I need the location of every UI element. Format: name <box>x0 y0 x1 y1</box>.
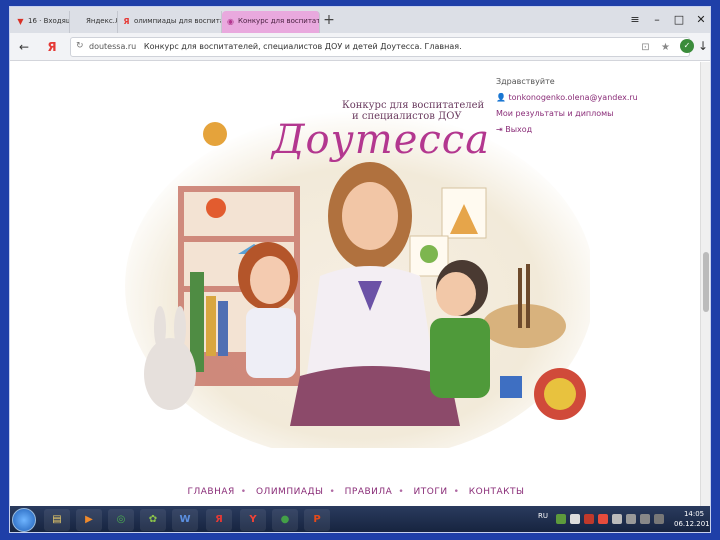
tray-icon[interactable] <box>598 514 608 524</box>
desktop-background: ▼ 16 · Входящие Яндекс.Л Я олимпиады для… <box>0 0 720 540</box>
explorer-icon[interactable]: ▤ <box>44 509 70 531</box>
tab-doutessa[interactable]: ◉ Конкурс для воспитател <box>222 11 320 33</box>
network-icon[interactable] <box>612 514 622 524</box>
chrome-icon[interactable]: ◎ <box>108 509 134 531</box>
logout-icon: ⇥ <box>496 125 503 134</box>
translate-icon[interactable]: ⊡ <box>639 41 652 54</box>
green-app-icon[interactable]: ● <box>272 509 298 531</box>
url-page-title: Конкурс для воспитателей, специалистов Д… <box>143 42 462 51</box>
greeting-text: Здравствуйте <box>496 77 555 86</box>
tray-icon[interactable] <box>570 514 580 524</box>
user-panel: Здравствуйте 👤 tonkonogenko.olena@yandex… <box>496 74 638 138</box>
flag-icon[interactable] <box>654 514 664 524</box>
minimize-icon[interactable]: – <box>648 12 666 28</box>
yandex-browser-icon[interactable]: Y <box>240 509 266 531</box>
user-icon: 👤 <box>496 93 506 102</box>
download-icon[interactable]: ↓ <box>698 39 708 53</box>
tab-label: 16 · Входящие <box>28 17 69 25</box>
word-icon[interactable]: W <box>172 509 198 531</box>
mail-icon: ▼ <box>17 17 24 26</box>
powerpoint-icon[interactable]: P <box>304 509 330 531</box>
tray-icon[interactable] <box>584 514 594 524</box>
tab-label: олимпиады для воспитател <box>134 17 221 25</box>
url-domain: doutessa.ru <box>89 42 137 51</box>
nav-main[interactable]: ГЛАВНАЯ <box>188 487 235 497</box>
url-text: doutessa.ru Конкурс для воспитателей, сп… <box>89 42 462 51</box>
nav-results[interactable]: ИТОГИ <box>414 487 448 497</box>
nav-separator: • <box>329 487 336 497</box>
tab-mail[interactable]: ▼ 16 · Входящие <box>12 11 70 33</box>
site-logo[interactable]: Доутесса <box>272 117 490 163</box>
close-icon[interactable]: ✕ <box>692 12 710 28</box>
extension-icon[interactable]: ✓ <box>680 39 694 53</box>
reload-icon[interactable]: ↻ <box>76 41 84 51</box>
site-icon: ◉ <box>227 17 234 26</box>
screenshot-frame: ▼ 16 · Входящие Яндекс.Л Я олимпиады для… <box>9 6 711 533</box>
menu-icon[interactable]: ≡ <box>626 12 644 28</box>
speaker-icon[interactable] <box>626 514 636 524</box>
page-scrollbar[interactable] <box>700 62 710 506</box>
nav-contacts[interactable]: КОНТАКТЫ <box>469 487 525 497</box>
nav-rules[interactable]: ПРАВИЛА <box>345 487 393 497</box>
yandex-home-icon[interactable]: Я <box>44 39 60 55</box>
photo-app-icon[interactable]: ✿ <box>140 509 166 531</box>
tab-yandex[interactable]: Яндекс.Л <box>70 11 118 33</box>
bookmark-star-icon[interactable]: ★ <box>659 41 672 54</box>
address-bar-row: ← Я ↻ doutessa.ru Конкурс для воспитател… <box>10 33 710 61</box>
start-button[interactable] <box>12 508 36 532</box>
new-tab-button[interactable]: + <box>321 12 337 28</box>
yandex-icon[interactable]: Я <box>206 509 232 531</box>
page-content: Конкурс для воспитателей и специалистов … <box>10 62 710 506</box>
tab-olympiads[interactable]: Я олимпиады для воспитател <box>118 11 222 33</box>
system-clock[interactable]: 14:05 06.12.2017 <box>674 509 710 529</box>
results-link[interactable]: Мои результаты и дипломы <box>496 106 638 122</box>
language-indicator[interactable]: RU <box>538 512 548 520</box>
nav-separator: • <box>240 487 247 497</box>
tab-label: Яндекс.Л <box>86 17 118 25</box>
footer-navigation: ГЛАВНАЯ • ОЛИМПИАДЫ • ПРАВИЛА • ИТОГИ • КОНТ… <box>10 487 702 497</box>
tab-strip: ▼ 16 · Входящие Яндекс.Л Я олимпиады для… <box>10 7 710 33</box>
battery-icon[interactable] <box>640 514 650 524</box>
maximize-icon[interactable]: □ <box>670 12 688 28</box>
logout-link[interactable]: ⇥ Выход <box>496 122 638 138</box>
nav-separator: • <box>453 487 460 497</box>
back-arrow-icon[interactable]: ← <box>16 39 32 55</box>
yandex-icon: Я <box>123 17 130 26</box>
nav-separator: • <box>398 487 405 497</box>
scrollbar-thumb[interactable] <box>703 252 709 312</box>
nav-olympiads[interactable]: ОЛИМПИАДЫ <box>256 487 323 497</box>
media-player-icon[interactable]: ▶ <box>76 509 102 531</box>
url-input[interactable]: ↻ doutessa.ru Конкурс для воспитателей, … <box>70 37 690 57</box>
windows-taskbar: ▤ ▶ ◎ ✿ W Я Y ● P RU 14:05 06.12.2017 <box>10 506 710 532</box>
user-email[interactable]: 👤 tonkonogenko.olena@yandex.ru <box>496 90 638 106</box>
tray-icon[interactable] <box>556 514 566 524</box>
tab-label: Конкурс для воспитател <box>238 17 320 25</box>
